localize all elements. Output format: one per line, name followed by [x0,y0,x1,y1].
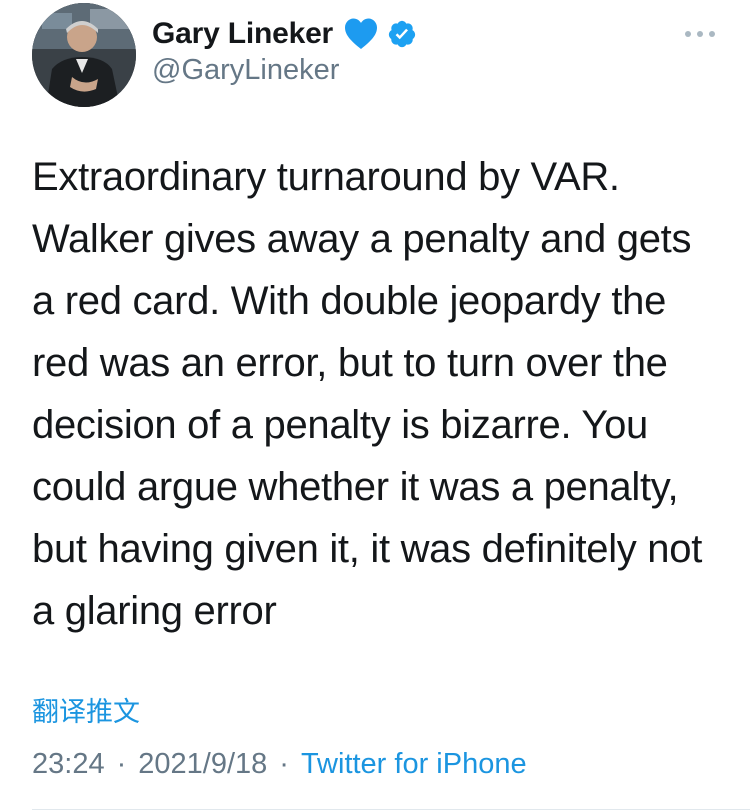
more-options-button[interactable] [680,22,720,46]
meta-separator: · [116,748,127,780]
translate-tweet-link[interactable]: 翻译推文 [32,690,140,729]
avatar[interactable] [32,3,136,107]
tweet-detail: Gary Lineker @GaryLineker Extraordinary … [0,0,750,812]
tweet-source-link[interactable]: Twitter for iPhone [301,748,527,781]
tweet-time: 23:24 [32,748,105,780]
meta-separator: · [279,748,289,780]
more-options-icon [685,31,715,37]
avatar-image [32,3,136,107]
display-name[interactable]: Gary Lineker [152,17,333,51]
user-name-row: Gary Lineker [152,14,417,54]
blue-heart-icon [343,16,379,52]
tweet-date: 2021/9/18 [138,748,268,780]
user-handle[interactable]: @GaryLineker [152,54,339,87]
divider [32,809,750,810]
tweet-meta: 23:24 · 2021/9/18 · Twitter for iPhone [32,748,527,781]
tweet-text: Extraordinary turnaround by VAR. Walker … [32,155,703,633]
verified-badge-icon [387,19,417,49]
